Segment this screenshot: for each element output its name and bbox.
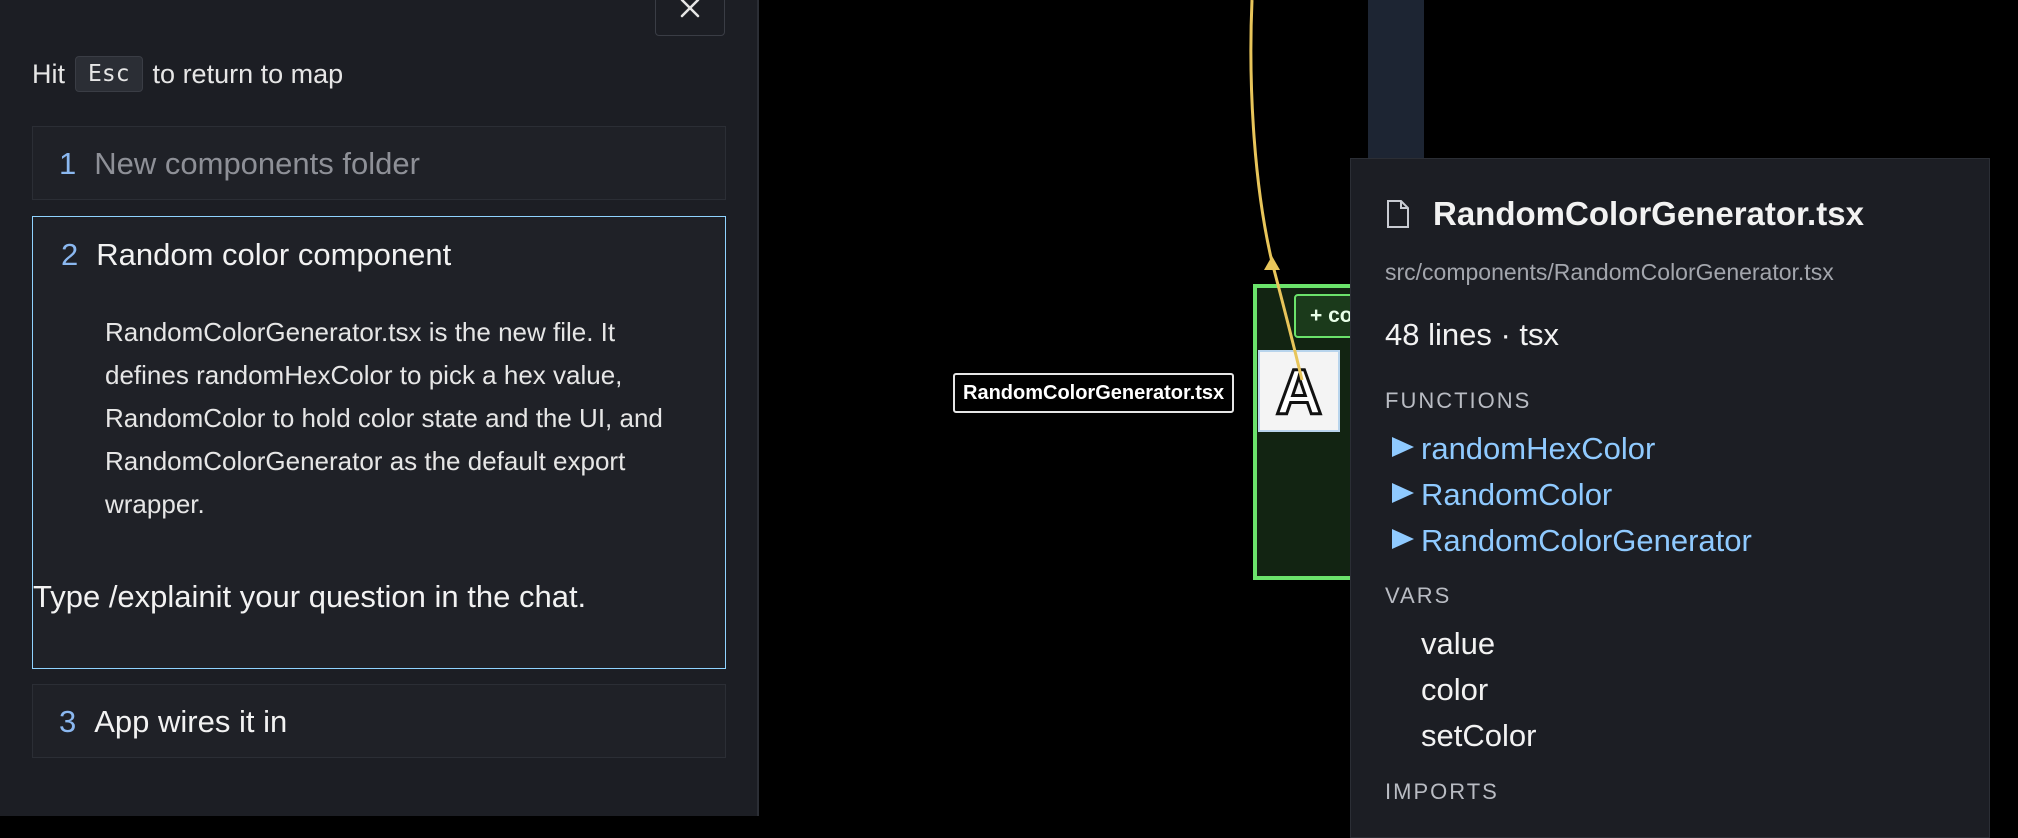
function-arrows — [1318, 437, 1414, 549]
function-arrow — [1318, 529, 1414, 549]
function-arrow — [1318, 483, 1414, 503]
function-arrow — [1318, 437, 1414, 457]
